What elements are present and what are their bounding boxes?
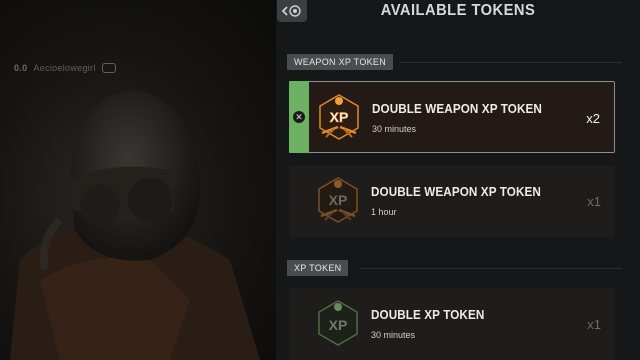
weapon-xp-token-icon: XP [318, 177, 358, 223]
svg-text:XP: XP [329, 317, 348, 333]
token-duration: 30 minutes [371, 330, 416, 340]
token-quantity: x1 [587, 194, 601, 209]
section-divider [400, 62, 622, 63]
deselect-icon[interactable]: ✕ [293, 111, 305, 123]
svg-text:XP: XP [329, 192, 348, 208]
token-card-double-weapon-xp-30min[interactable]: ✕ XP DOUBLE WEAPON XP TOKEN 30 minutes x… [289, 81, 615, 153]
token-quantity: x1 [587, 317, 601, 332]
token-duration: 1 hour [371, 207, 397, 217]
token-duration: 30 minutes [372, 124, 417, 134]
operator-figure [10, 90, 260, 360]
token-name: DOUBLE WEAPON XP TOKEN [371, 184, 541, 199]
page-title: AVAILABLE TOKENS [380, 2, 536, 19]
section-label-xp: XP TOKEN [287, 260, 349, 276]
section-divider [360, 268, 622, 269]
operator-preview: 0.0 Aecioelowegirl [0, 0, 276, 360]
token-card-double-weapon-xp-1hour[interactable]: XP DOUBLE WEAPON XP TOKEN 1 hour x1 [289, 165, 615, 237]
weapon-xp-token-icon: XP [319, 94, 359, 140]
section-label-weapon-xp: WEAPON XP TOKEN [287, 54, 394, 70]
token-name: DOUBLE XP TOKEN [371, 307, 485, 322]
svg-text:XP: XP [330, 109, 349, 125]
token-name: DOUBLE WEAPON XP TOKEN [372, 101, 542, 116]
token-card-double-xp-30min[interactable]: XP DOUBLE XP TOKEN 30 minutes x1 [289, 288, 615, 360]
token-quantity: x2 [586, 111, 600, 126]
xp-token-icon: XP [318, 300, 358, 346]
